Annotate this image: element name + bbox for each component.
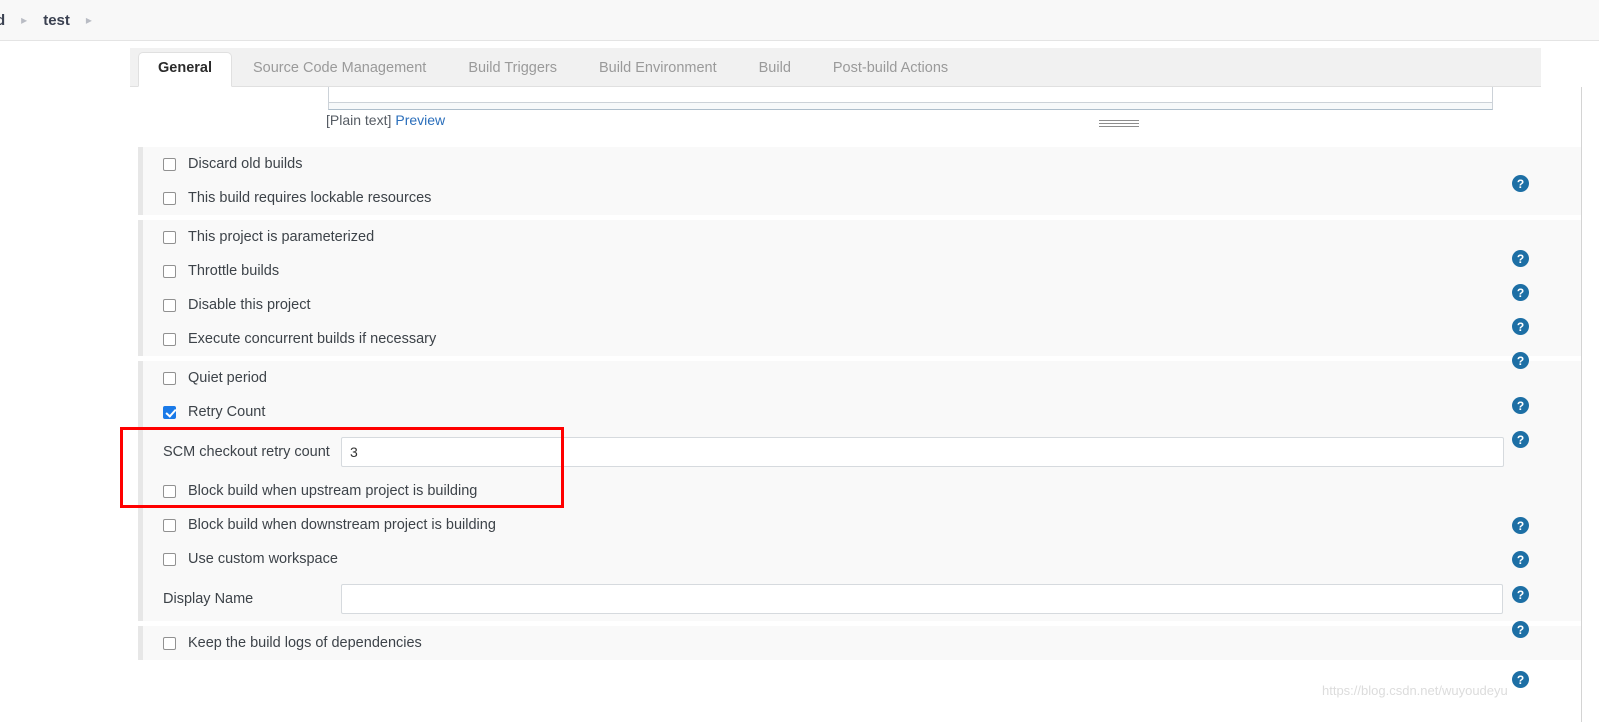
display-name-label: Display Name <box>163 590 254 607</box>
breadcrumb-item-test[interactable]: test <box>41 12 72 29</box>
help-icon-quiet-period[interactable] <box>1512 397 1529 414</box>
tab-post-build-actions[interactable]: Post-build Actions <box>812 52 969 86</box>
option-row-keep-build-logs[interactable]: Keep the build logs of dependencies <box>143 626 1581 660</box>
option-row-concurrent-builds[interactable]: Execute concurrent builds if necessary <box>143 322 1581 356</box>
scm-retry-count-input[interactable] <box>341 436 1504 467</box>
config-tab-bar: General Source Code Management Build Tri… <box>130 48 1541 87</box>
option-group: Keep the build logs of dependencies <box>138 626 1581 660</box>
option-row-retry-count[interactable]: Retry Count <box>143 395 1581 429</box>
field-row-display-name: Display Name <box>143 576 1581 621</box>
display-name-input[interactable] <box>341 583 1503 614</box>
breadcrumb-separator-icon: ▸ <box>21 13 28 27</box>
breadcrumb: d ▸ test ▸ <box>0 0 1599 41</box>
option-row-throttle-builds[interactable]: Throttle builds <box>143 254 1581 288</box>
help-icon-throttle-builds[interactable] <box>1512 284 1529 301</box>
scm-retry-count-label: SCM checkout retry count <box>163 443 330 460</box>
option-label: Discard old builds <box>188 155 303 172</box>
option-group: This project is parameterized Throttle b… <box>138 220 1581 356</box>
resize-grip-icon <box>1099 118 1139 127</box>
option-label: Keep the build logs of dependencies <box>188 634 422 651</box>
option-row-custom-workspace[interactable]: Use custom workspace <box>143 542 1581 576</box>
tab-build[interactable]: Build <box>738 52 812 86</box>
watermark-text: https://blog.csdn.net/wuyoudeyu <box>1322 683 1508 698</box>
option-label: Block build when downstream project is b… <box>188 516 496 533</box>
help-icon-retry-count[interactable] <box>1512 431 1529 448</box>
option-group: Discard old builds This build requires l… <box>138 147 1581 215</box>
help-icon-block-upstream[interactable] <box>1512 517 1529 534</box>
option-row-block-upstream[interactable]: Block build when upstream project is bui… <box>143 474 1581 508</box>
option-groups: Discard old builds This build requires l… <box>130 147 1581 665</box>
checkbox-block-upstream[interactable] <box>163 484 176 498</box>
config-panel: [Plain text] Preview Discard old builds T… <box>130 87 1582 722</box>
help-icon-concurrent-builds[interactable] <box>1512 352 1529 369</box>
option-label: This project is parameterized <box>188 228 375 245</box>
option-group: Quiet period Retry Count SCM checkout re… <box>138 361 1581 621</box>
tab-build-triggers[interactable]: Build Triggers <box>447 52 578 86</box>
help-icon-display-name[interactable] <box>1512 621 1529 638</box>
checkbox-discard-old-builds[interactable] <box>163 157 176 171</box>
description-textarea[interactable] <box>328 87 1493 103</box>
checkbox-quiet-period[interactable] <box>163 371 176 385</box>
option-label: Use custom workspace <box>188 550 338 567</box>
field-row-scm-checkout-retry-count: SCM checkout retry count <box>143 429 1581 474</box>
help-icon-block-downstream[interactable] <box>1512 551 1529 568</box>
option-row-lockable-resources[interactable]: This build requires lockable resources <box>143 181 1581 215</box>
preview-link[interactable]: Preview <box>395 112 445 128</box>
tab-source-code-management[interactable]: Source Code Management <box>232 52 447 86</box>
option-row-discard-old-builds[interactable]: Discard old builds <box>143 147 1581 181</box>
checkbox-throttle-builds[interactable] <box>163 264 176 278</box>
option-label: Execute concurrent builds if necessary <box>188 330 437 347</box>
checkbox-disable-project[interactable] <box>163 298 176 312</box>
option-row-quiet-period[interactable]: Quiet period <box>143 361 1581 395</box>
option-row-parameterized[interactable]: This project is parameterized <box>143 220 1581 254</box>
option-label: Block build when upstream project is bui… <box>188 482 478 499</box>
breadcrumb-item-dashboard[interactable]: d <box>0 12 7 29</box>
breadcrumb-separator-icon: ▸ <box>85 13 92 27</box>
option-row-disable-project[interactable]: Disable this project <box>143 288 1581 322</box>
help-icon-custom-workspace[interactable] <box>1512 586 1529 603</box>
checkbox-concurrent-builds[interactable] <box>163 332 176 346</box>
app-root: d ▸ test ▸ General Source Code Managemen… <box>0 0 1599 722</box>
tab-build-environment[interactable]: Build Environment <box>578 52 738 86</box>
plain-text-label: [Plain text] <box>326 112 392 128</box>
option-label: This build requires lockable resources <box>188 189 432 206</box>
option-label: Throttle builds <box>188 262 280 279</box>
checkbox-parameterized[interactable] <box>163 230 176 244</box>
checkbox-block-downstream[interactable] <box>163 518 176 532</box>
checkbox-lockable-resources[interactable] <box>163 191 176 205</box>
description-format-line: [Plain text] Preview <box>326 112 445 128</box>
checkbox-custom-workspace[interactable] <box>163 552 176 566</box>
checkbox-keep-build-logs[interactable] <box>163 636 176 650</box>
option-label: Retry Count <box>188 403 266 420</box>
tab-general[interactable]: General <box>138 51 232 87</box>
option-label: Quiet period <box>188 369 267 386</box>
option-row-block-downstream[interactable]: Block build when downstream project is b… <box>143 508 1581 542</box>
help-icon-keep-build-logs[interactable] <box>1512 671 1529 688</box>
help-icon-disable-project[interactable] <box>1512 318 1529 335</box>
textarea-resize-handle[interactable] <box>328 103 1493 127</box>
option-label: Disable this project <box>188 296 311 313</box>
checkbox-retry-count[interactable] <box>163 405 176 419</box>
help-icon-parameterized[interactable] <box>1512 250 1529 267</box>
help-icon-discard-old-builds[interactable] <box>1512 175 1529 192</box>
